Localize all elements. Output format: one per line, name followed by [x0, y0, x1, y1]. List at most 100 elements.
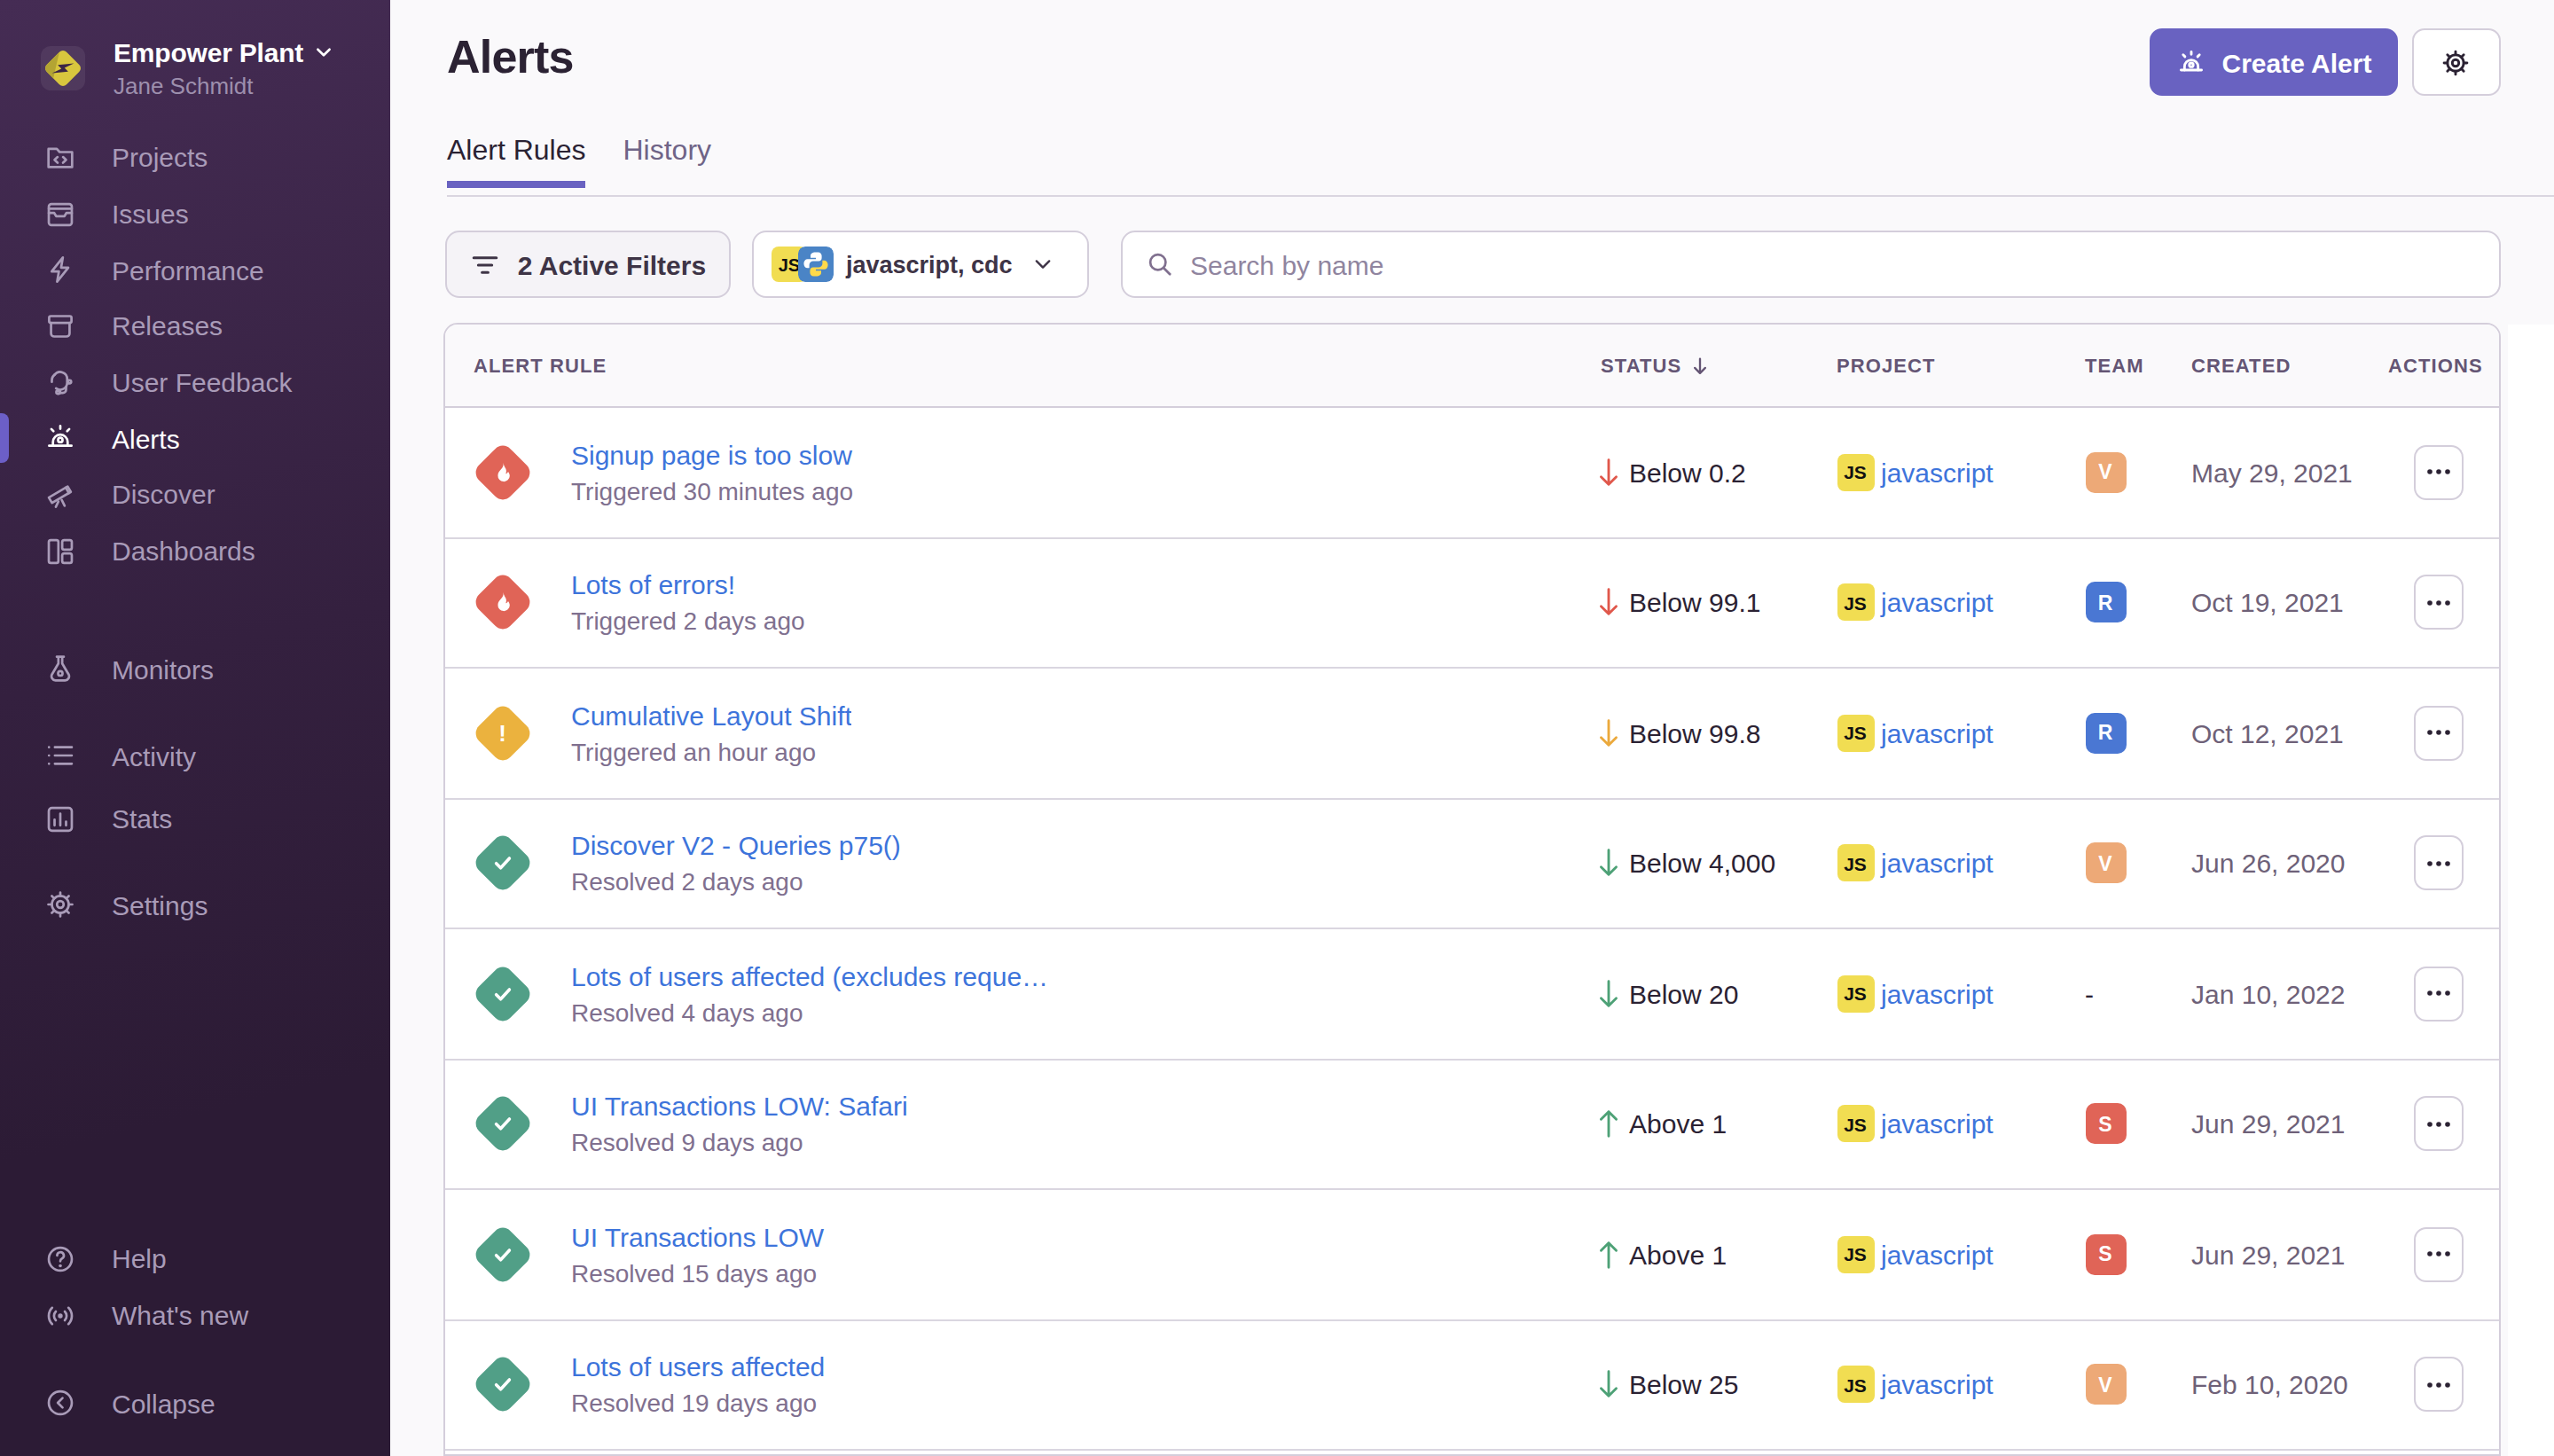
column-header-actions: Actions	[2385, 355, 2498, 376]
search-input[interactable]	[1190, 249, 2475, 279]
user-name: Jane Schmidt	[114, 73, 333, 99]
sidebar-item-dashboards[interactable]: Dashboards	[0, 523, 390, 579]
team-avatar[interactable]: S	[2085, 1104, 2126, 1145]
sidebar-item-releases[interactable]: Releases	[0, 298, 390, 354]
project-link[interactable]: javascript	[1881, 458, 1994, 488]
org-switcher[interactable]: Empower Plant Jane Schmidt	[39, 37, 333, 99]
alert-rule-row: Lots of users affected (excludes reque… …	[445, 929, 2498, 1060]
chevron-down-icon	[314, 43, 333, 62]
sidebar-item-settings[interactable]: Settings	[0, 877, 390, 933]
project-link[interactable]: javascript	[1881, 1240, 1994, 1270]
project-link[interactable]: javascript	[1881, 1370, 1994, 1400]
row-actions-button[interactable]	[2413, 1097, 2463, 1152]
team-avatar[interactable]: V	[2085, 843, 2126, 884]
project-selector[interactable]: JS javascript, cdc	[752, 231, 1089, 298]
sidebar-item-user-feedback[interactable]: User Feedback	[0, 355, 390, 411]
sidebar-item-stats[interactable]: Stats	[0, 791, 390, 847]
team-avatar[interactable]: V	[2085, 452, 2126, 493]
row-actions-button[interactable]	[2413, 575, 2463, 630]
alert-rule-row: Lots of users affected Resolved 19 days …	[445, 1320, 2498, 1451]
trend-down-icon	[1595, 456, 1620, 489]
created-date: Jun 29, 2021	[2163, 1109, 2385, 1139]
alert-rule-activity: Triggered 30 minutes ago	[571, 475, 853, 507]
sidebar-item-label: Activity	[112, 740, 196, 771]
trend-down-icon	[1595, 977, 1620, 1011]
alert-rule-link[interactable]: Discover V2 - Queries p75()	[571, 829, 901, 863]
sidebar-nav: Projects Issues PerformanceReleases User Fe…	[0, 129, 390, 934]
tabs: Alert Rules History	[447, 135, 711, 188]
javascript-platform-icon: JS	[1837, 975, 1874, 1013]
org-logo-icon	[39, 44, 87, 92]
alerts-table: Alert RuleStatusProjectTeamCreatedAction…	[443, 323, 2500, 1456]
created-date: Oct 12, 2021	[2163, 718, 2385, 748]
sidebar-item-projects[interactable]: Projects	[0, 129, 390, 185]
chevron-down-icon	[1032, 254, 1054, 275]
alert-rule-row: ! Cumulative Layout Shift Triggered an h…	[445, 669, 2498, 799]
sidebar-collapse-button[interactable]: Collapse	[0, 1375, 390, 1431]
sidebar-item-discover[interactable]: Discover	[0, 466, 390, 522]
alert-rule-link[interactable]: UI Transactions LOW: Safari	[571, 1090, 908, 1123]
alert-rule-link[interactable]: Lots of errors!	[571, 568, 805, 602]
column-header-status[interactable]: Status	[1572, 354, 1808, 377]
trend-down-icon	[1595, 847, 1620, 881]
created-date: Jun 29, 2021	[2163, 1240, 2385, 1270]
project-link[interactable]: javascript	[1881, 588, 1994, 618]
row-actions-button[interactable]	[2413, 836, 2463, 891]
status-value: Below 99.8	[1629, 718, 1760, 748]
status-value: Below 0.2	[1629, 458, 1746, 488]
status-value: Above 1	[1629, 1109, 1727, 1139]
row-actions-button[interactable]	[2413, 706, 2463, 761]
sidebar-item-label: What's new	[112, 1300, 248, 1330]
main-content: Alerts Create Alert Alert RulesHistory	[390, 0, 2554, 1456]
project-link[interactable]: javascript	[1881, 979, 1994, 1009]
help-icon	[44, 1243, 76, 1275]
javascript-platform-icon: JS	[1837, 454, 1874, 491]
scroll-gutter	[2507, 325, 2554, 1456]
alert-rule-activity: Resolved 19 days ago	[571, 1388, 825, 1420]
settings-gear-button[interactable]	[2412, 28, 2500, 96]
project-link[interactable]: javascript	[1881, 1109, 1994, 1139]
trend-down-icon	[1595, 1368, 1620, 1402]
sidebar-item-label: Settings	[112, 890, 208, 920]
row-actions-button[interactable]	[2413, 1227, 2463, 1282]
resolved-check-icon	[474, 966, 530, 1022]
trend-down-icon	[1595, 586, 1620, 620]
team-none: -	[2085, 979, 2094, 1009]
status-value: Below 99.1	[1629, 588, 1760, 618]
sidebar-item-label: Issues	[112, 199, 189, 229]
sidebar-item-label: Stats	[112, 803, 172, 834]
alert-rule-activity: Resolved 15 days ago	[571, 1257, 824, 1289]
sidebar-item-whats-new[interactable]: What's new	[0, 1287, 390, 1342]
alert-rule-row: Discover V2 - Queries p75() Resolved 2 d…	[445, 799, 2498, 929]
alert-rule-link[interactable]: Signup page is too slow	[571, 438, 853, 472]
search-icon	[1146, 250, 1174, 278]
team-avatar[interactable]: S	[2085, 1234, 2126, 1275]
javascript-platform-icon: JS	[1837, 845, 1874, 882]
tab-alert-rules[interactable]: Alert Rules	[447, 135, 586, 188]
sidebar-item-issues[interactable]: Issues	[0, 185, 390, 241]
row-actions-button[interactable]	[2413, 445, 2463, 500]
sidebar-item-activity[interactable]: Activity	[0, 727, 390, 783]
create-alert-button[interactable]: Create Alert	[2150, 28, 2398, 96]
team-avatar[interactable]: R	[2085, 583, 2126, 623]
project-link[interactable]: javascript	[1881, 718, 1994, 748]
row-actions-button[interactable]	[2413, 967, 2463, 1022]
sidebar-item-monitors[interactable]: Monitors	[0, 641, 390, 697]
resolved-check-icon	[474, 1357, 530, 1413]
project-link[interactable]: javascript	[1881, 849, 1994, 879]
alert-rule-link[interactable]: UI Transactions LOW	[571, 1220, 824, 1254]
settings-icon	[44, 889, 76, 921]
team-avatar[interactable]: V	[2085, 1365, 2126, 1405]
tab-history[interactable]: History	[623, 135, 712, 188]
row-actions-button[interactable]	[2413, 1358, 2463, 1413]
alert-rule-link[interactable]: Lots of users affected (excludes reque…	[571, 959, 1048, 993]
sidebar-item-alerts[interactable]: Alerts	[0, 411, 390, 466]
active-filters-button[interactable]: 2 Active Filters	[445, 231, 731, 298]
alert-rule-link[interactable]: Cumulative Layout Shift	[571, 699, 852, 732]
sidebar-item-performance[interactable]: Performance	[0, 242, 390, 298]
sidebar-item-label: User Feedback	[112, 367, 292, 397]
team-avatar[interactable]: R	[2085, 713, 2126, 754]
alert-rule-link[interactable]: Lots of users affected	[571, 1350, 825, 1384]
javascript-platform-icon: JS	[1837, 1366, 1874, 1404]
sidebar-item-help[interactable]: Help	[0, 1231, 390, 1287]
